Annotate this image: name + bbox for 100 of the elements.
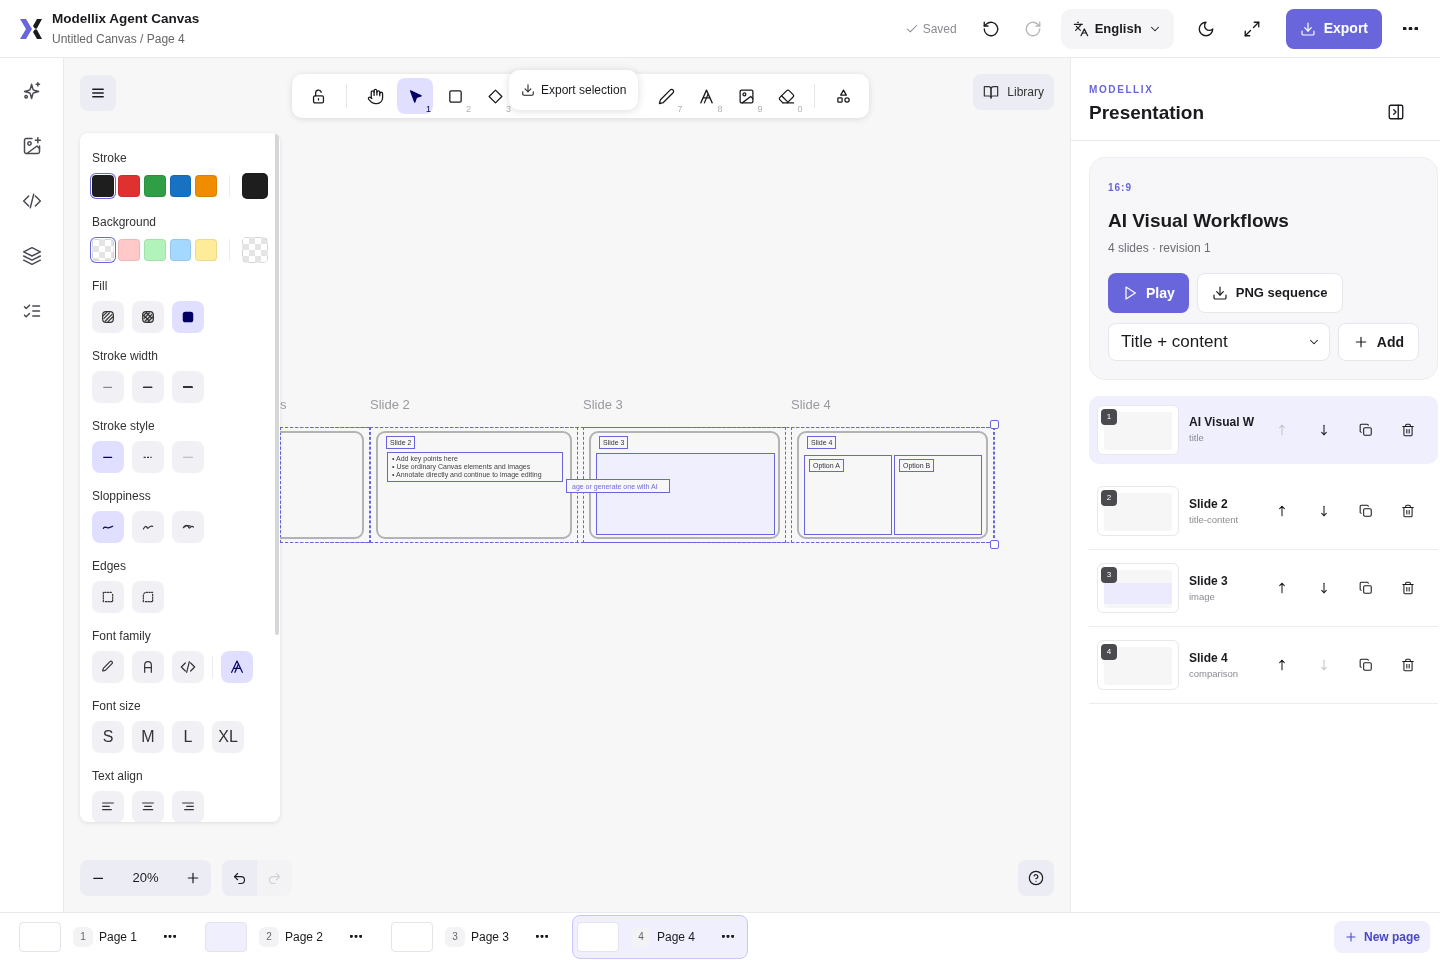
layout-select[interactable]: Title + content [1108, 323, 1330, 361]
color-swatch[interactable] [92, 239, 114, 261]
hand-drawn-icon [100, 659, 116, 675]
slide-list-item[interactable]: 3 Slide 3 image [1089, 550, 1438, 627]
color-swatch[interactable] [195, 175, 218, 197]
language-selector[interactable]: English [1060, 8, 1174, 49]
color-swatch[interactable] [117, 239, 140, 261]
slide-title: AI Visual W [1189, 414, 1256, 432]
trash-icon [1401, 504, 1415, 518]
page-label: Page 3 [471, 928, 511, 946]
option-button[interactable] [92, 301, 124, 333]
bold-icon [143, 385, 153, 389]
hachure-icon [100, 309, 116, 325]
page-tab[interactable]: 3 Page 3 [386, 914, 562, 959]
slide-list-item[interactable]: 2 Slide 2 title-content [1089, 473, 1438, 550]
code-icon [21, 191, 42, 211]
option-button[interactable]: S [92, 721, 124, 753]
slide-number: 4 [1101, 644, 1117, 660]
more-icon [722, 935, 734, 938]
option-button[interactable]: L [172, 721, 204, 753]
option-button[interactable] [92, 581, 124, 613]
page-thumbnail [205, 921, 247, 952]
library-button[interactable]: Library [973, 74, 1054, 110]
book-icon [983, 84, 1000, 100]
png-sequence-button[interactable]: PNG sequence [1196, 273, 1343, 313]
option-button[interactable] [221, 651, 253, 683]
color-swatch[interactable] [117, 175, 140, 197]
option-button[interactable]: XL [212, 721, 244, 753]
menu-button[interactable] [80, 75, 116, 111]
page-tab[interactable]: 1 Page 1 [14, 914, 190, 959]
tool-button[interactable]: 1 [397, 78, 433, 114]
cross-hatch-icon [140, 309, 156, 325]
shapes-icon [834, 87, 852, 105]
translate-icon [1072, 20, 1089, 37]
option-button[interactable]: M [132, 721, 164, 753]
export-button[interactable]: Export [1285, 8, 1382, 49]
solid-line-icon [103, 455, 113, 459]
color-swatch[interactable] [169, 239, 192, 261]
trash-icon [1401, 422, 1415, 437]
section-label: Font family [92, 628, 152, 645]
diamond-icon [486, 87, 504, 105]
help-button[interactable] [1018, 860, 1054, 896]
page-number: 2 [259, 926, 279, 947]
breadcrumb: Untitled Canvas / Page 4 [52, 30, 186, 48]
page-label: Page 4 [657, 928, 697, 946]
page-number: 4 [631, 926, 651, 947]
panel-icon [1387, 102, 1405, 121]
add-slide-button[interactable]: Add [1337, 323, 1419, 361]
page-tab[interactable]: 2 Page 2 [200, 914, 376, 959]
option-button[interactable] [132, 651, 164, 683]
section-label: Fill [92, 278, 109, 295]
option-button[interactable] [132, 581, 164, 613]
option-button[interactable] [172, 651, 204, 683]
export-selection-popover[interactable]: Export selection [509, 70, 639, 110]
page-thumbnail [577, 921, 619, 952]
page-thumbnail [391, 921, 433, 952]
option-button[interactable] [172, 301, 204, 333]
deck-meta: 4 slides · revision 1 [1108, 240, 1212, 257]
redo-icon [1023, 19, 1042, 38]
sparkles-icon [21, 81, 42, 101]
extra-bold-icon [183, 385, 193, 389]
frame-label: s [280, 398, 287, 411]
current-color[interactable] [242, 237, 268, 263]
color-swatch[interactable] [143, 239, 166, 261]
play-button[interactable]: Play [1108, 273, 1189, 313]
redo-icon [267, 870, 282, 886]
download-icon [1299, 20, 1316, 37]
section-label: Text align [92, 768, 144, 785]
color-swatch[interactable] [143, 175, 166, 197]
slide-list-item[interactable]: 4 Slide 4 comparison [1089, 627, 1438, 704]
hand-icon [366, 87, 384, 105]
code-icon [180, 659, 196, 675]
play-icon [1122, 285, 1138, 301]
zoom-level: 20% [132, 869, 159, 888]
option-button[interactable] [132, 301, 164, 333]
aspect-ratio: 16:9 [1108, 180, 1133, 195]
color-swatch[interactable] [92, 175, 114, 197]
resize-handle[interactable] [990, 420, 999, 429]
text-tool-icon [697, 87, 715, 105]
slide-number: 2 [1101, 490, 1117, 506]
slide-list-item[interactable]: 1 AI Visual W title [1089, 396, 1438, 464]
eraser-icon [777, 87, 795, 105]
brand-label: MODELLIX [1089, 83, 1155, 97]
copy-icon [1359, 658, 1373, 672]
dotted-icon [182, 455, 194, 459]
section-label: Edges [92, 558, 128, 575]
slide-type: image [1189, 589, 1216, 604]
new-page-button[interactable]: New page [1334, 920, 1430, 953]
resize-handle[interactable] [990, 540, 999, 549]
section-label: Sloppiness [92, 488, 152, 505]
color-swatch[interactable] [195, 239, 218, 261]
frame-label: Slide 2 [370, 398, 410, 411]
image-placeholder[interactable] [596, 453, 775, 535]
logo-icon [18, 16, 44, 41]
solid-icon [180, 309, 196, 325]
page-thumbnail [19, 921, 61, 952]
page-tab[interactable]: 4 Page 4 [572, 914, 748, 959]
current-color[interactable] [242, 173, 268, 199]
minus-icon [92, 876, 104, 880]
color-swatch[interactable] [169, 175, 192, 197]
